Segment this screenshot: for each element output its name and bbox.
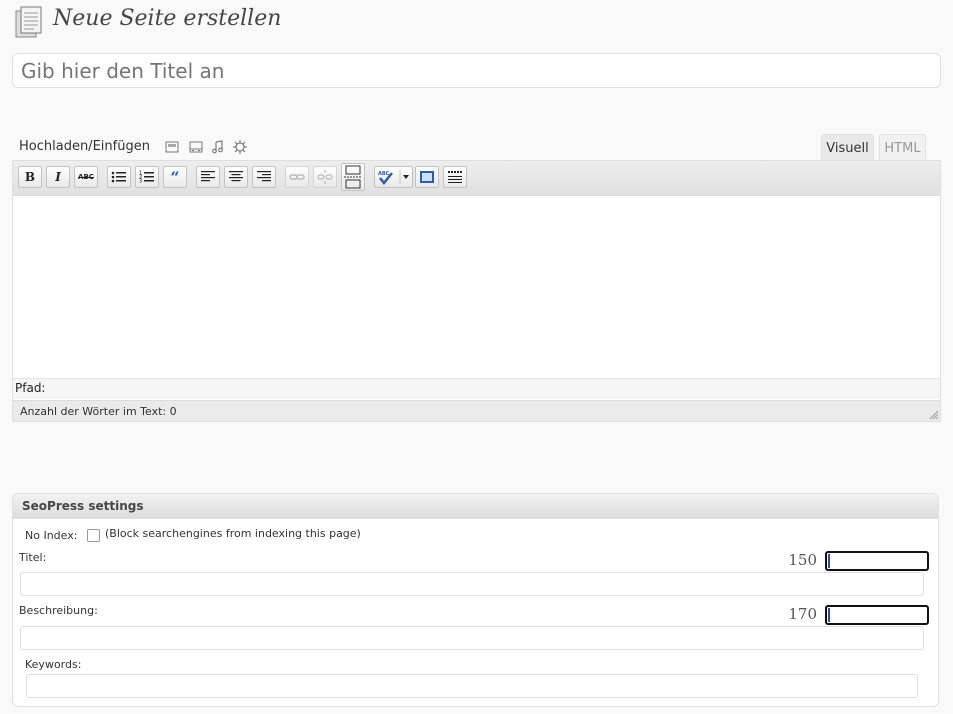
- seo-title-length-meter: [825, 551, 929, 571]
- tab-html[interactable]: HTML: [879, 134, 926, 161]
- seo-title-counter: 150: [788, 551, 817, 569]
- seopress-settings-heading[interactable]: SeoPress settings: [13, 494, 938, 519]
- link-icon: [289, 174, 305, 180]
- seo-keywords-label: Keywords:: [25, 658, 82, 671]
- upload-insert-label: Hochladen/Einfügen: [19, 139, 150, 154]
- noindex-label: No Index:: [25, 529, 78, 542]
- editor-path-bar: Pfad:: [13, 378, 940, 399]
- bullet-list-button[interactable]: [107, 166, 131, 188]
- tab-visual[interactable]: Visuell: [821, 134, 874, 161]
- align-left-button[interactable]: [196, 166, 220, 188]
- spellcheck-icon: ABC: [378, 170, 409, 185]
- resize-handle-icon[interactable]: [927, 408, 939, 420]
- svg-text:3: 3: [139, 179, 142, 185]
- unlink-icon: [317, 170, 333, 184]
- align-right-icon: [257, 171, 271, 182]
- insert-link-button[interactable]: [285, 166, 309, 188]
- bold-button[interactable]: B: [18, 166, 42, 188]
- seo-description-length-meter: [825, 605, 929, 625]
- align-center-icon: [229, 171, 243, 182]
- video-icon[interactable]: [189, 140, 203, 154]
- blockquote-button[interactable]: “: [163, 166, 187, 188]
- page-icon: [15, 6, 42, 38]
- seo-description-input[interactable]: [20, 626, 924, 650]
- numbered-list-button[interactable]: 123: [135, 166, 159, 188]
- align-center-button[interactable]: [224, 166, 248, 188]
- editor-content-area[interactable]: [13, 196, 940, 378]
- seo-description-label: Beschreibung:: [19, 604, 98, 617]
- word-count: Anzahl der Wörter im Text: 0: [13, 400, 940, 421]
- page-break-icon: [344, 165, 362, 189]
- italic-button[interactable]: I: [46, 166, 70, 188]
- seo-description-counter: 170: [788, 605, 817, 623]
- media-icon[interactable]: [233, 140, 247, 154]
- seo-title-label: Titel:: [19, 551, 47, 564]
- align-right-button[interactable]: [252, 166, 276, 188]
- remove-link-button[interactable]: [313, 166, 337, 188]
- seo-title-input[interactable]: [20, 572, 924, 596]
- strikethrough-button[interactable]: ABC: [74, 166, 98, 188]
- image-icon[interactable]: [165, 140, 179, 154]
- kitchen-sink-icon: [448, 171, 462, 183]
- noindex-checkbox[interactable]: [87, 529, 100, 542]
- noindex-hint: (Block searchengines from indexing this …: [105, 527, 361, 540]
- fullscreen-button[interactable]: [415, 166, 439, 188]
- page-title: Neue Seite erstellen: [53, 6, 282, 31]
- align-left-icon: [201, 171, 215, 182]
- fullscreen-icon: [420, 171, 434, 183]
- seo-keywords-input[interactable]: [26, 674, 918, 698]
- insert-more-button[interactable]: [341, 163, 365, 191]
- kitchen-sink-button[interactable]: [443, 166, 467, 188]
- spellcheck-button[interactable]: ABC: [374, 166, 413, 188]
- blockquote-icon: “: [170, 167, 180, 187]
- numbered-list-icon: 123: [139, 171, 154, 185]
- title-input[interactable]: [12, 53, 941, 88]
- bullet-list-icon: [111, 171, 126, 183]
- audio-icon[interactable]: [211, 140, 225, 154]
